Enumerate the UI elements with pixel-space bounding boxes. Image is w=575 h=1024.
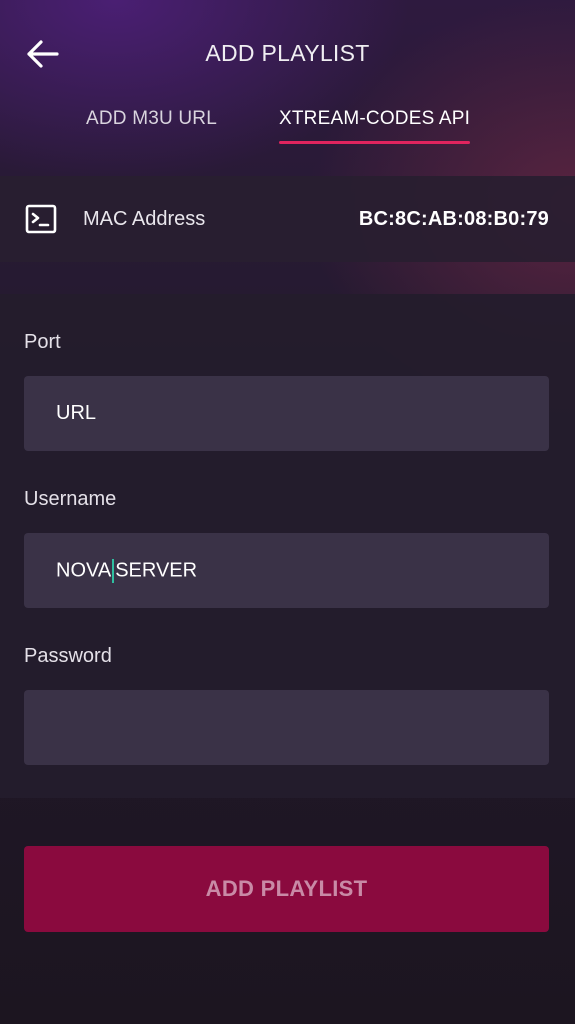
port-label: Port [24, 331, 61, 353]
mac-address-value: BC:8C:AB:08:B0:79 [358, 208, 549, 230]
password-label: Password [24, 645, 112, 667]
add-playlist-button-label: ADD PLAYLIST [205, 876, 368, 901]
playlist-form: Port URL Username NOVA SERVER Password [0, 294, 575, 798]
tab-bar: ADD M3U URL XTREAM-CODES API [0, 108, 575, 154]
text-cursor [112, 559, 115, 583]
username-text-after-cursor: SERVER [115, 559, 198, 582]
page-title: ADD PLAYLIST [205, 40, 370, 66]
mac-address-bar: MAC Address BC:8C:AB:08:B0:79 [0, 176, 575, 262]
port-value: URL [56, 402, 97, 424]
mac-address-label: MAC Address [83, 208, 206, 230]
username-value: NOVA SERVER [56, 559, 197, 583]
username-label: Username [24, 488, 117, 510]
tab-xtream-codes-api[interactable]: XTREAM-CODES API [279, 108, 471, 144]
terminal-icon [25, 204, 57, 234]
tab-add-m3u-url[interactable]: ADD M3U URL [86, 108, 217, 144]
username-text-before-cursor: NOVA [56, 559, 112, 582]
add-playlist-button[interactable]: ADD PLAYLIST [24, 846, 549, 932]
header: ADD PLAYLIST [0, 0, 575, 110]
password-field[interactable] [24, 690, 549, 765]
port-field[interactable]: URL [24, 376, 549, 451]
username-field[interactable]: NOVA SERVER [24, 533, 549, 608]
